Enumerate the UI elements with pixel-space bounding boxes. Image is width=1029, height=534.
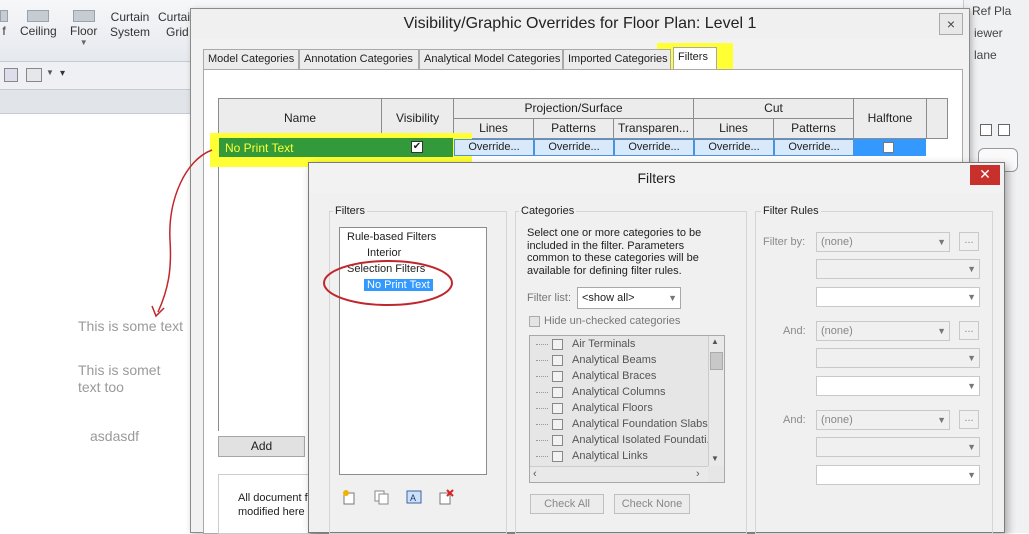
annotation-arrow: [157, 149, 213, 313]
annotation-overlay: [151, 149, 453, 318]
annotation-ellipse: [323, 260, 453, 306]
